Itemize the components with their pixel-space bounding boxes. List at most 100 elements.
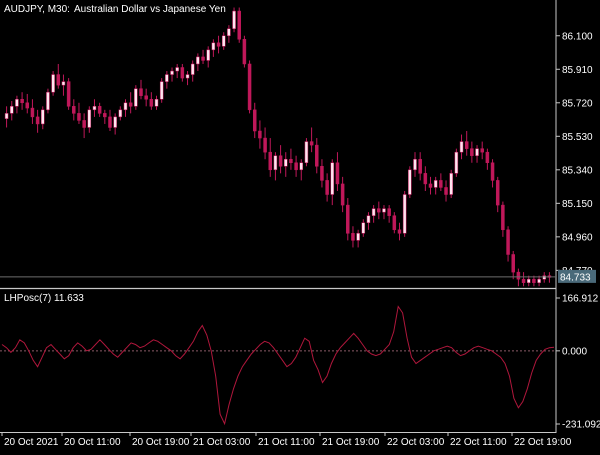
candle-body bbox=[206, 49, 210, 61]
candle bbox=[449, 169, 453, 199]
candle-body bbox=[413, 158, 417, 171]
osc-tick-label: 0.000 bbox=[562, 346, 587, 357]
candle bbox=[408, 166, 412, 199]
candle-body bbox=[242, 39, 247, 65]
candle-body bbox=[87, 109, 92, 128]
candle-body bbox=[470, 148, 474, 156]
candle-body bbox=[340, 183, 345, 206]
candle-body bbox=[92, 106, 97, 111]
time-tick-label: 20 Oct 2021 bbox=[4, 437, 59, 448]
time-tick-label: 21 Oct 03:00 bbox=[193, 437, 251, 448]
candle-body bbox=[82, 120, 86, 128]
candle-body bbox=[221, 35, 226, 47]
candle-body bbox=[490, 162, 495, 181]
candle-body bbox=[330, 162, 335, 195]
candle-body bbox=[278, 155, 283, 167]
candle bbox=[402, 190, 407, 237]
candle-body bbox=[170, 70, 174, 75]
candle-body bbox=[439, 180, 443, 188]
candle-body bbox=[134, 88, 138, 107]
candle bbox=[46, 88, 50, 114]
candle-body bbox=[273, 155, 278, 171]
candle-body bbox=[66, 81, 71, 107]
candle-body bbox=[320, 166, 324, 181]
candle-body bbox=[506, 229, 510, 255]
candle-body bbox=[144, 95, 148, 100]
candle-body bbox=[532, 278, 536, 283]
candle bbox=[51, 71, 55, 96]
time-tick-label: 20 Oct 19:00 bbox=[132, 437, 190, 448]
candle-body bbox=[366, 215, 371, 223]
candle-body bbox=[315, 144, 319, 167]
candle-body bbox=[196, 56, 200, 65]
candle bbox=[237, 7, 241, 43]
candle-body bbox=[361, 222, 366, 234]
candle bbox=[242, 35, 247, 68]
candle-body bbox=[227, 28, 231, 37]
price-tick-label: 85.720 bbox=[562, 98, 593, 109]
candle-body bbox=[46, 91, 50, 111]
indicator-label: LHPosc(7) 11.633 bbox=[4, 293, 84, 304]
candle-body bbox=[325, 180, 329, 195]
candle-body bbox=[526, 278, 531, 283]
candle bbox=[247, 60, 252, 114]
time-tick-label: 20 Oct 11:00 bbox=[64, 437, 121, 448]
price-tick-label: 86.100 bbox=[562, 31, 593, 42]
price-tick-label: 84.960 bbox=[562, 232, 593, 243]
price-tick-label: 85.530 bbox=[562, 132, 593, 143]
candle-body bbox=[159, 81, 164, 100]
candle-body bbox=[423, 173, 428, 185]
candle-body bbox=[123, 102, 128, 111]
candle-body bbox=[304, 141, 309, 164]
candle-body bbox=[309, 141, 314, 146]
price-tick-label: 85.340 bbox=[562, 165, 593, 176]
candle-body bbox=[97, 106, 102, 114]
candle-body bbox=[542, 275, 546, 280]
chart-background bbox=[0, 0, 600, 450]
candle-body bbox=[113, 116, 117, 128]
symbol-description: Australian Dollar vs Japanese Yen bbox=[74, 4, 226, 15]
candle-body bbox=[418, 158, 422, 174]
candle-body bbox=[180, 67, 185, 79]
candle bbox=[159, 78, 164, 103]
candle-body bbox=[252, 109, 257, 132]
candle-body bbox=[103, 113, 107, 118]
time-tick-label: 22 Oct 03:00 bbox=[387, 437, 445, 448]
candle-body bbox=[25, 102, 30, 109]
candle-body bbox=[201, 56, 205, 61]
candle-body bbox=[35, 116, 40, 125]
candle-body bbox=[387, 208, 391, 216]
candle-body bbox=[149, 99, 154, 107]
price-tick-label: 85.910 bbox=[562, 65, 593, 76]
candle bbox=[134, 85, 138, 110]
candle-body bbox=[356, 233, 360, 241]
candle-body bbox=[154, 99, 159, 107]
time-tick-label: 22 Oct 19:00 bbox=[514, 437, 572, 448]
candle-body bbox=[72, 106, 76, 114]
candle-body bbox=[175, 67, 179, 72]
candle-body bbox=[108, 116, 112, 128]
candle-body bbox=[449, 173, 453, 195]
candle bbox=[232, 7, 236, 33]
candle-body bbox=[392, 215, 397, 231]
candle bbox=[304, 138, 309, 167]
candle-body bbox=[216, 42, 221, 47]
candle-body bbox=[289, 158, 293, 164]
symbol-label: AUDJPY, M30: bbox=[4, 4, 70, 15]
candle-body bbox=[185, 74, 190, 79]
candle-body bbox=[190, 63, 195, 75]
candle-body bbox=[139, 88, 143, 96]
candle-body bbox=[433, 180, 438, 188]
candle-body bbox=[30, 107, 35, 118]
chart-canvas: 86.100 85.910 85.720 85.530 85.340 85.150 84.9… bbox=[0, 0, 600, 450]
candle-body bbox=[77, 113, 81, 121]
candle-body bbox=[165, 74, 169, 82]
candle-body bbox=[335, 162, 340, 185]
candle-body bbox=[4, 113, 9, 119]
chart-window: 86.100 85.910 85.720 85.530 85.340 85.150 84.9… bbox=[0, 0, 600, 450]
osc-tick-label: -231.092 bbox=[562, 420, 600, 431]
time-tick-label: 21 Oct 19:00 bbox=[322, 437, 380, 448]
candle-body bbox=[516, 271, 521, 280]
time-tick-label: 21 Oct 11:00 bbox=[258, 437, 315, 448]
candle-body bbox=[118, 109, 123, 118]
